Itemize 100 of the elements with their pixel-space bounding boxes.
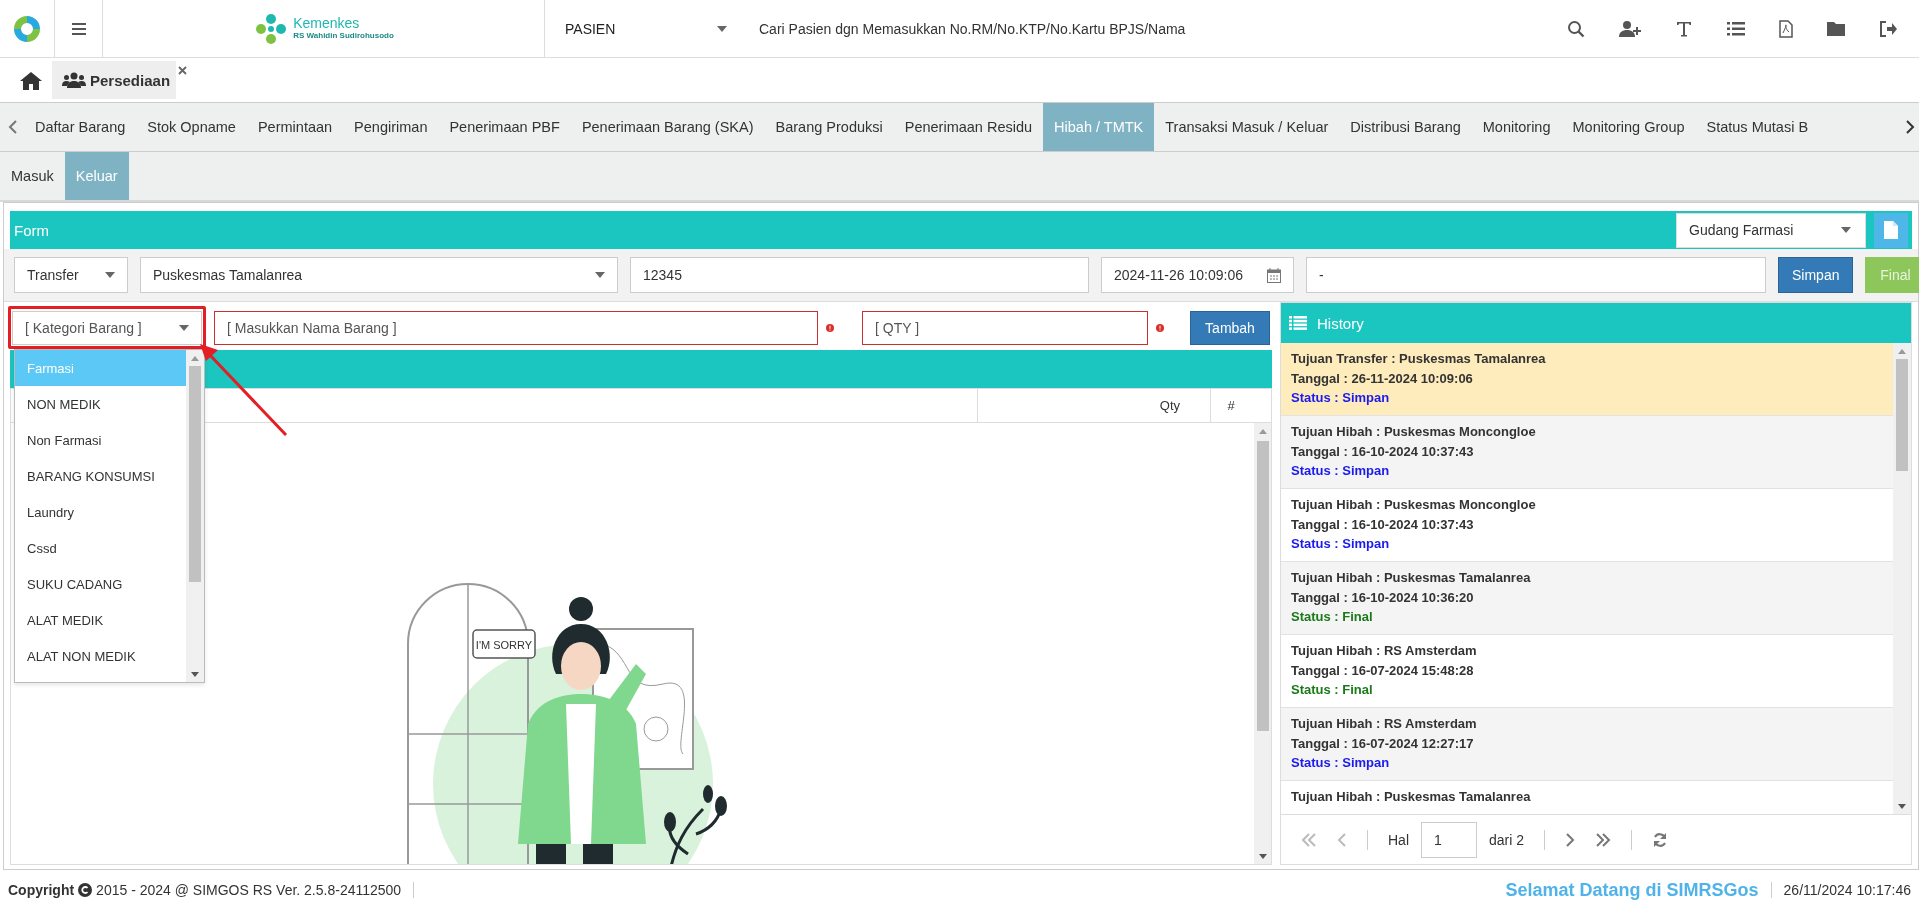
scrollbar-thumb[interactable]: [189, 366, 201, 582]
history-title: History: [1317, 314, 1364, 332]
category-select[interactable]: [ Kategori Barang ]: [12, 311, 202, 345]
scroll-down-icon: [1258, 853, 1267, 859]
column-header: Qty: [1159, 398, 1180, 413]
module-tab[interactable]: Persediaan: [52, 61, 177, 99]
footer-datetime: 26/11/2024 10:17:46: [1783, 882, 1911, 898]
brand-title: Kemenkes: [293, 16, 361, 32]
destination-select[interactable]: Puskesmas Tamalanrea: [140, 257, 618, 293]
type-select[interactable]: Transfer: [14, 257, 128, 293]
date-field[interactable]: 2024-11-26 10:09:06: [1101, 257, 1294, 293]
list-icon: [1289, 316, 1307, 330]
add-user-icon[interactable]: [1619, 19, 1641, 38]
history-destination: Tujuan Hibah : RS Amsterdam: [1291, 642, 1478, 660]
copyright-icon: [78, 883, 93, 897]
nav-tab[interactable]: Transaksi Masuk / Keluar: [1154, 103, 1340, 151]
history-status: Status : Final: [1291, 608, 1374, 626]
brand-subtitle: RS Wahidin Sudirohusodo: [293, 31, 394, 41]
history-destination: Tujuan Hibah : RS Amsterdam: [1291, 715, 1478, 733]
nav-tab[interactable]: Pengiriman: [343, 103, 439, 151]
category-option[interactable]: Laundry: [15, 494, 186, 530]
nav-tab[interactable]: Monitoring Group: [1561, 103, 1696, 151]
refresh-icon[interactable]: [1652, 831, 1669, 848]
history-item[interactable]: Tujuan Hibah : Puskesmas Tamalanrea Tanggal : 16-10-2024 10:36:20 Status : Final: [1281, 562, 1893, 635]
history-status: Status : Simpan: [1291, 389, 1391, 407]
sub-tab[interactable]: Masuk: [0, 152, 65, 200]
history-status: Status : Final: [1291, 681, 1374, 699]
scroll-up-icon: [1258, 428, 1267, 434]
menu-icon: [71, 22, 86, 35]
nav-tab[interactable]: Penerimaan PBF: [438, 103, 571, 151]
category-option[interactable]: Cssd: [15, 530, 186, 566]
text-icon[interactable]: [1675, 19, 1693, 38]
last-page-icon[interactable]: [1595, 832, 1612, 847]
history-date: Tanggal : 16-07-2024 15:48:28: [1291, 661, 1475, 680]
history-destination: Tujuan Hibah : Puskesmas Moncongloe: [1291, 423, 1537, 441]
nav-tab[interactable]: Penerimaan Barang (SKA): [570, 103, 765, 151]
page-number-field[interactable]: 1: [1421, 821, 1477, 858]
history-item[interactable]: Tujuan Hibah : Puskesmas Moncongloe Tanggal : 16-10-2024 10:37:43 Status : Simpan: [1281, 416, 1893, 489]
home-icon: [20, 70, 42, 90]
nav-tab[interactable]: Daftar Barang: [24, 103, 137, 151]
history-date: Tanggal : 16-10-2024 10:37:43: [1291, 515, 1475, 534]
add-button[interactable]: Tambah: [1190, 311, 1270, 345]
category-option[interactable]: ALAT MEDIK: [15, 602, 186, 638]
history-date: Tanggal : 16-07-2024 12:27:17: [1291, 734, 1475, 753]
search-category-select[interactable]: PASIEN: [545, 0, 745, 57]
calendar-icon: [1267, 267, 1281, 283]
history-destination: Tujuan Hibah : Puskesmas Moncongloe: [1291, 496, 1537, 514]
history-date: Tanggal : 16-10-2024 10:36:20: [1291, 588, 1475, 607]
category-option[interactable]: SUKU CADANG: [15, 566, 186, 602]
category-option[interactable]: BARANG KONSUMSI: [15, 458, 186, 494]
history-destination: Tujuan Hibah : Puskesmas Tamalanrea: [1291, 569, 1532, 587]
scrollbar-thumb[interactable]: [1896, 359, 1908, 471]
scrollbar-thumb[interactable]: [1256, 441, 1269, 731]
document-icon: [1884, 221, 1898, 239]
nav-tab[interactable]: Barang Produksi: [764, 103, 894, 151]
category-option[interactable]: ALAT NON MEDIK: [15, 638, 186, 674]
item-name-field[interactable]: [ Masukkan Nama Barang ]: [214, 311, 818, 345]
list-icon[interactable]: [1727, 20, 1745, 37]
qty-field[interactable]: [ QTY ]: [862, 311, 1148, 345]
nav-tab[interactable]: Stok Opname: [136, 103, 247, 151]
folder-icon[interactable]: [1827, 21, 1845, 36]
history-item[interactable]: Tujuan Hibah : RS Amsterdam Tanggal : 16-07-2024 12:27:17 Status : Simpan: [1281, 708, 1893, 781]
menu-button[interactable]: [54, 0, 103, 57]
nav-tab[interactable]: Penerimaan Residu: [893, 103, 1044, 151]
nav-tab[interactable]: Status Mutasi B: [1695, 103, 1820, 151]
pdf-file-icon[interactable]: [1779, 19, 1793, 38]
sign-out-icon[interactable]: [1879, 20, 1897, 37]
nav-tab[interactable]: Permintaan: [246, 103, 344, 151]
next-page-icon[interactable]: [1565, 832, 1576, 847]
scroll-down-icon: [191, 671, 199, 677]
close-icon[interactable]: [178, 65, 188, 75]
warehouse-select[interactable]: Gudang Farmasi: [1676, 212, 1866, 248]
scroll-up-icon: [191, 355, 199, 361]
column-header: #: [1227, 398, 1235, 413]
nav-tab[interactable]: Distribusi Barang: [1339, 103, 1472, 151]
users-icon: [62, 72, 86, 88]
scroll-down-icon: [1898, 803, 1906, 809]
save-button[interactable]: Simpan: [1778, 257, 1854, 293]
caret-icon: [179, 325, 189, 331]
page-total: dari 2: [1489, 831, 1525, 848]
number-field[interactable]: 12345: [630, 257, 1089, 293]
caret-icon: [717, 25, 727, 32]
scroll-up-icon: [1898, 348, 1906, 354]
chevron-right-icon[interactable]: [1905, 120, 1915, 134]
category-option[interactable]: Non Farmasi: [15, 422, 186, 458]
copyright-text: 2015 - 2024 @ SIMGOS RS Ver. 2.5.8-24112500: [96, 882, 402, 898]
nav-tab[interactable]: Monitoring: [1471, 103, 1562, 151]
new-document-button[interactable]: [1874, 212, 1908, 248]
home-button[interactable]: [20, 70, 42, 90]
chevron-left-icon[interactable]: [8, 120, 18, 134]
history-status: Status : Simpan: [1291, 754, 1391, 772]
scrollbar[interactable]: [1254, 423, 1271, 864]
category-option[interactable]: NON MEDIK: [15, 386, 186, 422]
scrollbar[interactable]: [1893, 343, 1911, 814]
note-field[interactable]: -: [1306, 257, 1766, 293]
history-item[interactable]: Tujuan Transfer : Puskesmas Tamalanrea Tanggal : 26-11-2024 10:09:06 Status : Simpan: [1281, 343, 1893, 416]
history-destination: Tujuan Hibah : Puskesmas Tamalanrea: [1291, 788, 1532, 806]
search-icon[interactable]: [1567, 19, 1585, 38]
scrollbar[interactable]: [186, 350, 204, 682]
history-destination: Tujuan Transfer : Puskesmas Tamalanrea: [1291, 350, 1547, 368]
